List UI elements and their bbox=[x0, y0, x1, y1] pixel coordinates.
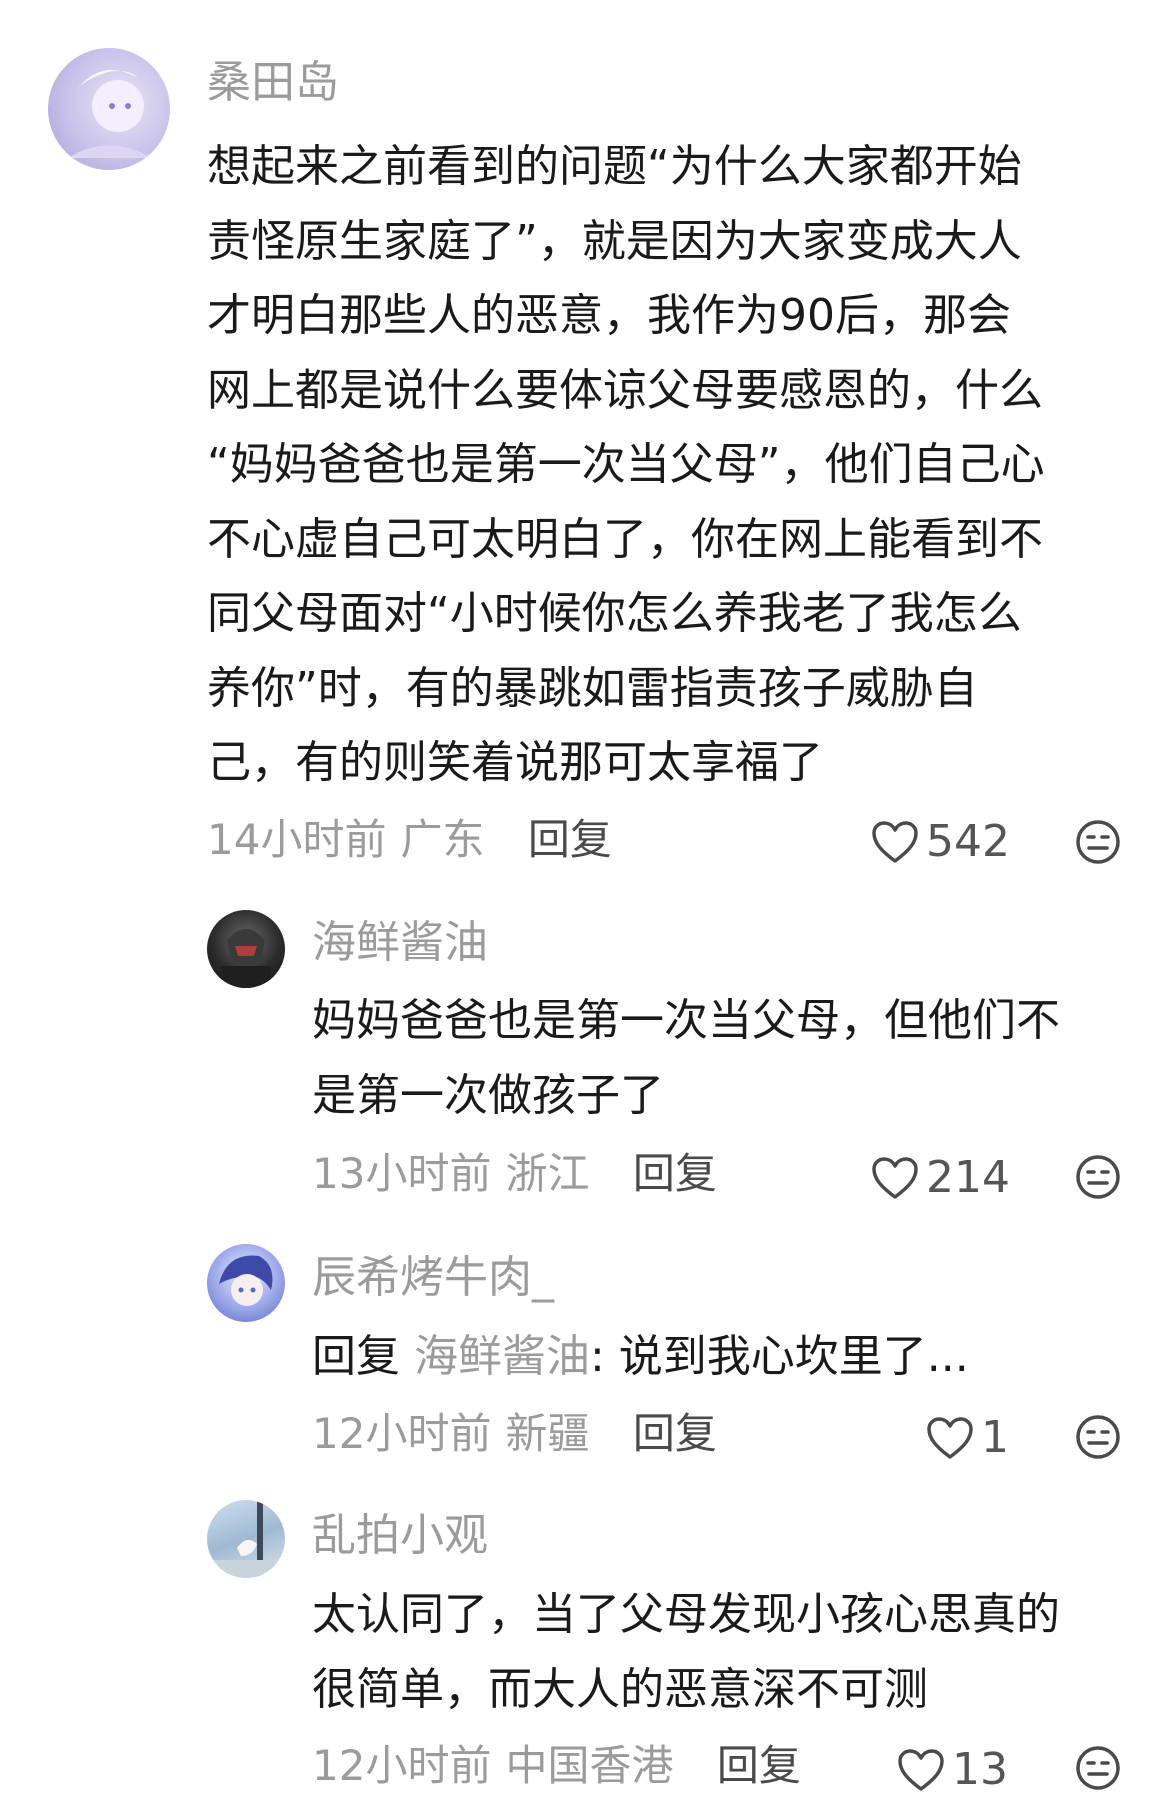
avatar-illustration bbox=[219, 1255, 273, 1306]
reply-location: 新疆 bbox=[505, 1409, 590, 1458]
comment-text: 想起来之前看到的问题“为什么大家都开始 责怪原生家庭了”，就是因为大家变成大人 … bbox=[207, 130, 1045, 801]
comment-time: 14小时前 bbox=[207, 815, 387, 864]
like-count: 1 bbox=[981, 1412, 1009, 1463]
comment-line: “妈妈爸爸也是第一次当父母”，他们自己心 bbox=[207, 439, 1045, 490]
neutral-face-icon bbox=[1076, 820, 1120, 864]
reply-line: 妈妈爸爸也是第一次当父母，但他们不 bbox=[312, 995, 1060, 1046]
like-button[interactable]: 13 bbox=[896, 1742, 1008, 1798]
reply-line: 是第一次做孩子了 bbox=[312, 1069, 664, 1121]
reply-location: 中国香港 bbox=[505, 1741, 674, 1790]
comment-line: 不心虚自己可太明白了，你在网上能看到不 bbox=[207, 513, 1043, 565]
avatar-illustration bbox=[207, 1500, 285, 1578]
reply-body: : 说到我心坎里了... bbox=[590, 1331, 969, 1382]
reply-time: 12小时前 bbox=[312, 1741, 492, 1790]
reply-button[interactable]: 回复 bbox=[633, 1409, 717, 1458]
reply-username[interactable]: 海鲜酱油 bbox=[312, 915, 488, 971]
user-avatar[interactable] bbox=[48, 48, 170, 170]
comment-line: 养你”时，有的暴跳如雷指责孩子威胁自 bbox=[207, 662, 978, 714]
reply-meta: 12小时前 中国香港 回复 bbox=[312, 1738, 801, 1794]
reply-prefix: 回复 bbox=[312, 1331, 400, 1382]
comment-line: 同父母面对“小时候你怎么养我老了我怎么 bbox=[207, 588, 1022, 639]
avatar-illustration bbox=[68, 70, 152, 158]
reply-target-username[interactable]: 海鲜酱油 bbox=[414, 1331, 590, 1382]
like-count: 13 bbox=[952, 1744, 1008, 1795]
avatar-illustration bbox=[221, 929, 271, 988]
user-avatar[interactable] bbox=[207, 1500, 285, 1578]
reply-button[interactable]: 回复 bbox=[717, 1741, 801, 1790]
reply-meta: 13小时前 浙江 回复 bbox=[312, 1146, 717, 1202]
comment-meta: 14小时前 广东 回复 bbox=[207, 812, 612, 868]
reply-text: 太认同了，当了父母发现小孩心思真的 很简单，而大人的恶意深不可测 bbox=[312, 1578, 1060, 1727]
like-button[interactable]: 1 bbox=[925, 1410, 1009, 1466]
comment-line: 责怪原生家庭了”，就是因为大家变成大人 bbox=[207, 215, 1022, 267]
comment-line: 己，有的则笑着说那可太享福了 bbox=[207, 737, 823, 788]
emoji-reaction-button[interactable] bbox=[1074, 1413, 1122, 1465]
comment-username[interactable]: 桑田岛 bbox=[207, 55, 339, 111]
reply-text: 回复 海鲜酱油: 说到我心坎里了... bbox=[312, 1320, 969, 1395]
heart-outline-icon bbox=[872, 821, 918, 863]
reply-button[interactable]: 回复 bbox=[633, 1149, 717, 1198]
comment-line: 才明白那些人的恶意，我作为90后，那会 bbox=[207, 290, 1011, 341]
reply-meta: 12小时前 新疆 回复 bbox=[312, 1406, 717, 1462]
neutral-face-icon bbox=[1076, 1415, 1120, 1459]
neutral-face-icon bbox=[1076, 1155, 1120, 1199]
user-avatar[interactable] bbox=[207, 1244, 285, 1322]
reply-line: 很简单，而大人的恶意深不可测 bbox=[312, 1663, 928, 1715]
reply-time: 13小时前 bbox=[312, 1149, 492, 1198]
like-button[interactable]: 214 bbox=[870, 1150, 1010, 1206]
emoji-reaction-button[interactable] bbox=[1074, 1744, 1122, 1796]
reply-line: 太认同了，当了父母发现小孩心思真的 bbox=[312, 1589, 1060, 1640]
heart-outline-icon bbox=[927, 1417, 973, 1459]
reply-button[interactable]: 回复 bbox=[528, 815, 612, 864]
neutral-face-icon bbox=[1076, 1746, 1120, 1790]
reply-time: 12小时前 bbox=[312, 1409, 492, 1458]
user-avatar[interactable] bbox=[207, 910, 285, 988]
reply-location: 浙江 bbox=[505, 1149, 590, 1198]
reply-text: 妈妈爸爸也是第一次当父母，但他们不 是第一次做孩子了 bbox=[312, 984, 1060, 1133]
comment-line: 网上都是说什么要体谅父母要感恩的，什么 bbox=[207, 364, 1043, 416]
like-button[interactable]: 542 bbox=[870, 814, 1010, 870]
comment-location: 广东 bbox=[400, 815, 485, 864]
emoji-reaction-button[interactable] bbox=[1074, 818, 1122, 870]
heart-outline-icon bbox=[898, 1749, 944, 1791]
heart-outline-icon bbox=[872, 1157, 918, 1199]
like-count: 542 bbox=[926, 816, 1010, 867]
reply-username[interactable]: 辰希烤牛肉_ bbox=[312, 1250, 554, 1306]
comment-line: 想起来之前看到的问题“为什么大家都开始 bbox=[207, 141, 1022, 192]
reply-line: 回复 海鲜酱油: 说到我心坎里了... bbox=[312, 1320, 969, 1395]
like-count: 214 bbox=[926, 1152, 1010, 1203]
emoji-reaction-button[interactable] bbox=[1074, 1153, 1122, 1205]
reply-username[interactable]: 乱拍小观 bbox=[312, 1508, 488, 1564]
